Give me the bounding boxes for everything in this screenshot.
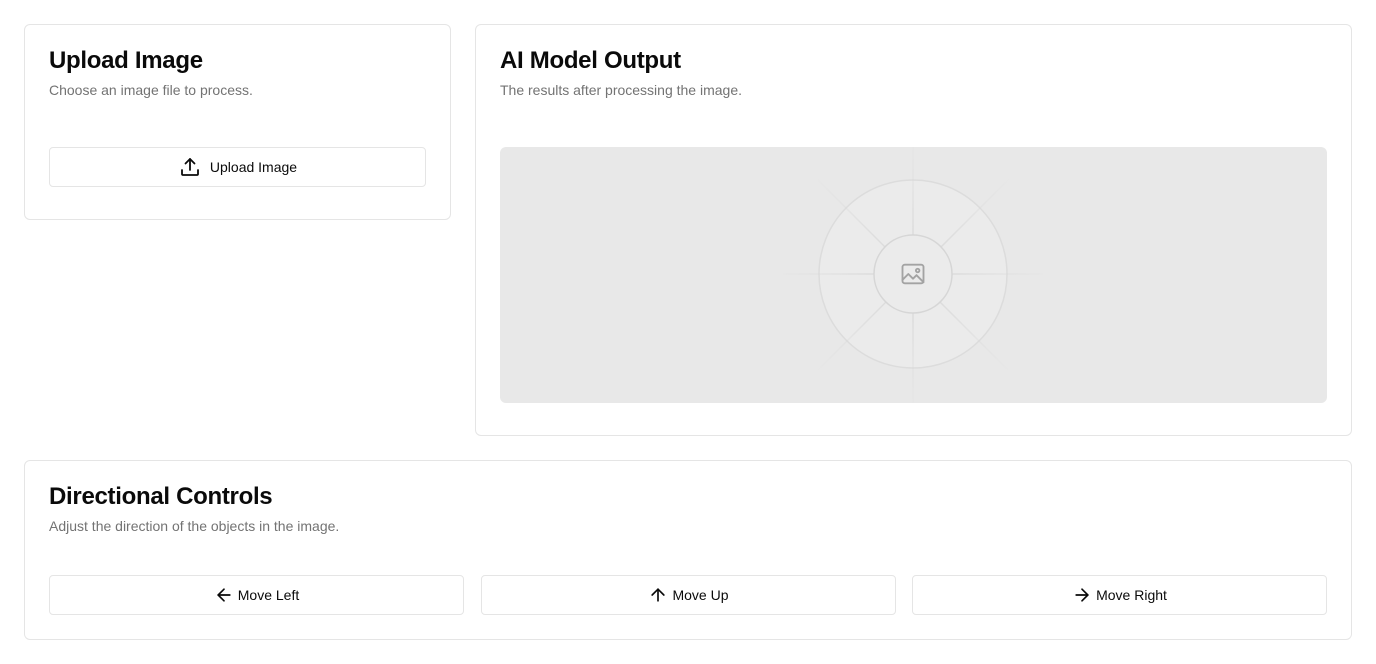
output-card-title: AI Model Output [500,47,681,74]
upload-icon [181,158,199,176]
arrow-right-icon [1075,588,1089,602]
move-right-label: Move Right [1096,587,1167,603]
move-right-button[interactable]: Move Right [912,575,1327,615]
upload-button-label: Upload Image [209,159,298,175]
upload-card-title: Upload Image [49,47,203,74]
ai-output-card: AI Model Output The results after proces… [475,24,1352,436]
directional-controls-card: Directional Controls Adjust the directio… [24,460,1352,640]
move-up-label: Move Up [672,587,729,603]
move-left-label: Move Left [237,587,300,603]
arrow-left-icon [217,588,231,602]
arrow-up-icon [651,588,666,602]
upload-card-description: Choose an image file to process. [49,82,253,98]
image-icon [901,263,925,285]
upload-image-button[interactable]: Upload Image [49,147,426,187]
output-card-description: The results after processing the image. [500,82,743,98]
upload-image-card: Upload Image Choose an image file to pro… [24,24,451,220]
controls-card-description: Adjust the direction of the objects in t… [49,518,340,534]
move-up-button[interactable]: Move Up [481,575,896,615]
controls-card-title: Directional Controls [49,483,273,510]
output-image-placeholder [500,147,1327,403]
move-left-button[interactable]: Move Left [49,575,464,615]
